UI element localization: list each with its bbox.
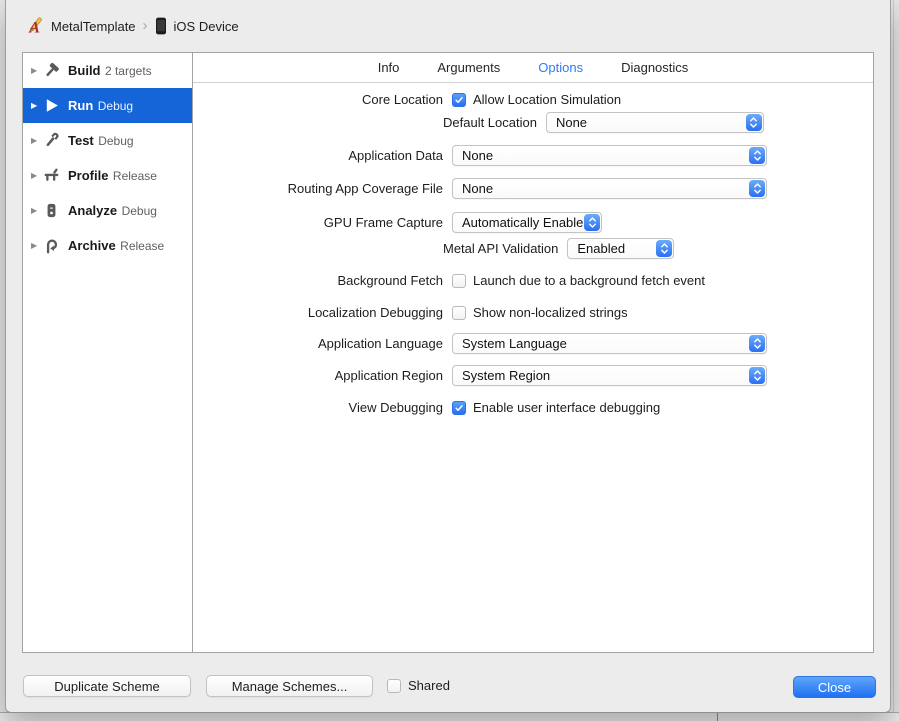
default-location-select[interactable]: None — [545, 112, 764, 133]
tab-arguments[interactable]: Arguments — [437, 60, 500, 75]
sidebar-item-analyze[interactable]: ▶ Analyze Debug — [23, 193, 192, 228]
gpu-frame-capture-label: GPU Frame Capture — [323, 215, 443, 230]
application-data-label: Application Data — [348, 148, 443, 163]
background-fetch-checkbox-label: Launch due to a background fetch event — [473, 273, 706, 288]
sidebar-item-sublabel: 2 targets — [104, 63, 152, 78]
stepper-arrows-icon — [749, 335, 765, 352]
sidebar-item-label: Run — [68, 97, 94, 113]
stepper-arrows-icon — [584, 214, 600, 231]
scheme-editor-dialog: A MetalTemplate › iOS Device ▶ Build 2 t… — [5, 0, 891, 713]
sidebar-item-profile[interactable]: ▶ Profile Release — [23, 158, 192, 193]
close-button[interactable]: Close — [793, 676, 876, 698]
disclosure-triangle-icon[interactable]: ▶ — [31, 241, 43, 250]
scheme-editor-panel: ▶ Build 2 targets ▶ Run Debug ▶ Test Deb… — [22, 52, 874, 653]
enable-ui-debugging-label: Enable user interface debugging — [473, 400, 661, 415]
scheme-actions-sidebar: ▶ Build 2 targets ▶ Run Debug ▶ Test Deb… — [23, 53, 193, 652]
sidebar-item-sublabel: Debug — [98, 133, 134, 148]
background-window-strip — [0, 712, 899, 721]
breadcrumb: A MetalTemplate › iOS Device — [6, 0, 890, 52]
core-location-label: Core Location — [362, 92, 443, 107]
background-fetch-checkbox[interactable] — [452, 273, 466, 288]
metal-api-validation-select[interactable]: Enabled — [567, 238, 675, 259]
archive-icon — [43, 237, 65, 254]
destination-name[interactable]: iOS Device — [174, 19, 239, 34]
stepper-arrows-icon — [745, 114, 762, 131]
options-pane: Info Arguments Options Diagnostics Core … — [193, 53, 873, 652]
sidebar-item-build[interactable]: ▶ Build 2 targets — [23, 53, 192, 88]
breadcrumb-chevron-icon: › — [142, 16, 148, 34]
tab-info[interactable]: Info — [378, 60, 400, 75]
options-form: Core Location Allow Location Simulation … — [193, 83, 873, 652]
sidebar-item-test[interactable]: ▶ Test Debug — [23, 123, 192, 158]
tab-diagnostics[interactable]: Diagnostics — [621, 60, 688, 75]
disclosure-triangle-icon[interactable]: ▶ — [31, 171, 43, 180]
shared-checkbox-label: Shared — [408, 678, 450, 693]
routing-app-coverage-file-label: Routing App Coverage File — [287, 181, 443, 196]
application-data-select[interactable]: None — [452, 145, 767, 166]
stepper-arrows-icon — [656, 240, 673, 257]
application-language-label: Application Language — [317, 336, 443, 351]
disclosure-triangle-icon[interactable]: ▶ — [31, 206, 43, 215]
sidebar-item-label: Analyze — [68, 202, 118, 218]
disclosure-triangle-icon[interactable]: ▶ — [31, 136, 43, 145]
background-fetch-label: Background Fetch — [337, 273, 443, 288]
duplicate-scheme-button[interactable]: Duplicate Scheme — [23, 675, 191, 697]
disclosure-triangle-icon[interactable]: ▶ — [31, 101, 43, 110]
allow-location-simulation-checkbox[interactable] — [452, 92, 466, 107]
scheme-name[interactable]: MetalTemplate — [51, 19, 136, 34]
sidebar-item-run[interactable]: ▶ Run Debug — [23, 88, 192, 123]
sidebar-item-label: Test — [68, 132, 94, 148]
localization-debugging-label: Localization Debugging — [307, 305, 443, 320]
stepper-arrows-icon — [749, 180, 765, 197]
show-non-localized-strings-label: Show non-localized strings — [473, 305, 628, 320]
routing-app-coverage-file-select[interactable]: None — [452, 178, 767, 199]
background-window-edge — [893, 0, 894, 721]
application-region-select[interactable]: System Region — [452, 365, 767, 386]
sidebar-item-sublabel: Debug — [97, 98, 134, 113]
sidebar-item-sublabel: Release — [120, 238, 165, 253]
default-location-label: Default Location — [443, 115, 537, 130]
tab-options[interactable]: Options — [538, 60, 583, 75]
ios-device-icon — [155, 17, 167, 35]
xcode-app-icon: A — [25, 16, 46, 37]
background-window-divider — [717, 712, 718, 721]
sidebar-item-label: Archive — [68, 237, 116, 253]
svg-text:A: A — [28, 18, 40, 36]
view-debugging-label: View Debugging — [348, 400, 443, 415]
sidebar-item-label: Build — [68, 62, 101, 78]
manage-schemes-button[interactable]: Manage Schemes... — [206, 675, 373, 697]
disclosure-triangle-icon[interactable]: ▶ — [31, 66, 43, 75]
shared-checkbox[interactable] — [387, 678, 401, 693]
hammer-icon — [43, 62, 65, 79]
stepper-arrows-icon — [749, 367, 765, 384]
sidebar-item-label: Profile — [68, 167, 109, 183]
sidebar-item-sublabel: Release — [112, 168, 157, 183]
show-non-localized-strings-checkbox[interactable] — [452, 305, 466, 320]
play-icon — [43, 97, 65, 114]
gpu-frame-capture-select[interactable]: Automatically Enabled — [452, 212, 602, 233]
application-language-select[interactable]: System Language — [452, 333, 767, 354]
sidebar-item-archive[interactable]: ▶ Archive Release — [23, 228, 192, 263]
application-region-label: Application Region — [334, 368, 443, 383]
wrench-icon — [43, 132, 65, 149]
analyze-icon — [43, 202, 65, 219]
caliper-icon — [43, 167, 65, 184]
stepper-arrows-icon — [749, 147, 765, 164]
allow-location-simulation-label: Allow Location Simulation — [473, 92, 622, 107]
enable-ui-debugging-checkbox[interactable] — [452, 400, 466, 415]
tab-bar: Info Arguments Options Diagnostics — [193, 53, 873, 83]
metal-api-validation-label: Metal API Validation — [443, 241, 559, 256]
dialog-footer: Duplicate Scheme Manage Schemes... Share… — [6, 653, 890, 712]
sidebar-item-sublabel: Debug — [121, 203, 157, 218]
